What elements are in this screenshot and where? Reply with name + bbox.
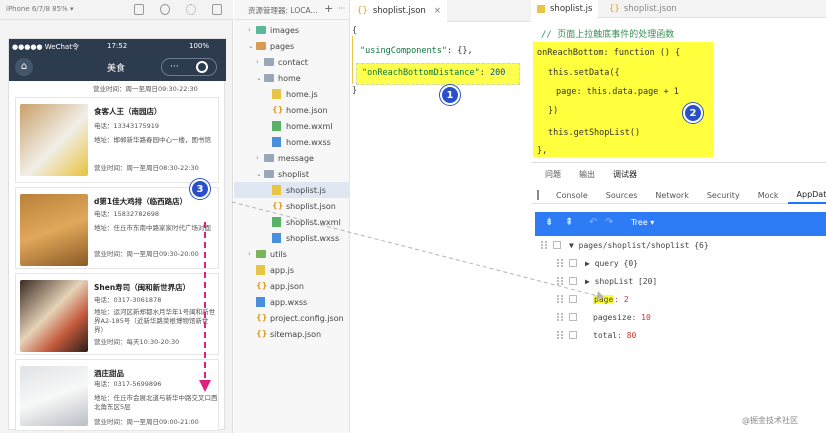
watermark: @掘金技术社区 (742, 416, 798, 425)
annotation-overlay (199, 201, 604, 392)
scroll-arrow-head (199, 380, 211, 392)
step-badge-3: 3 (190, 179, 210, 199)
connector-line (231, 201, 599, 297)
connector-arrow-head (596, 291, 604, 300)
